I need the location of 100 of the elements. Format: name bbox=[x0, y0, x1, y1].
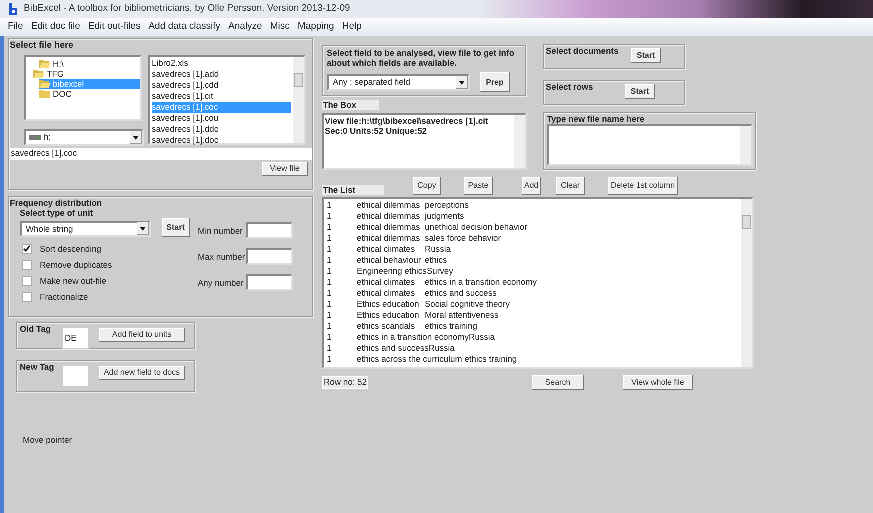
table-cell-text: ethical dilemmas bbox=[357, 222, 422, 233]
table-cell: unethical decision behavior bbox=[425, 222, 528, 233]
table-cell-text: ethical dilemmas bbox=[357, 233, 422, 244]
filename-entry[interactable]: savedrecs [1].ddc bbox=[152, 124, 291, 135]
group-label: Select rows bbox=[545, 82, 594, 94]
scrollbar[interactable] bbox=[293, 56, 304, 143]
list-button[interactable]: Add bbox=[522, 177, 541, 195]
checkbox-label: Sort descending bbox=[40, 244, 102, 254]
field-dropdown[interactable]: Any ; separated field bbox=[327, 74, 470, 91]
tag-label: Old Tag bbox=[19, 324, 52, 336]
table-cell-text: 1 bbox=[327, 277, 333, 288]
list-button[interactable]: Clear bbox=[556, 177, 585, 195]
filename-entry[interactable]: savedrecs [1].doc bbox=[152, 134, 291, 146]
table-cell-text: 1 bbox=[327, 233, 333, 244]
table-cell: judgments bbox=[425, 211, 464, 222]
table-cell-text: 1 bbox=[327, 255, 333, 266]
unit-dropdown[interactable]: Whole string bbox=[20, 220, 151, 237]
folder-item[interactable]: H:\ bbox=[39, 58, 140, 69]
row-count: Row no: 52 bbox=[322, 376, 368, 389]
new-tag-field[interactable] bbox=[62, 365, 89, 387]
table-cell-text: 1 bbox=[327, 200, 333, 211]
folder-item[interactable]: TFG bbox=[33, 68, 140, 80]
list-button[interactable]: Copy bbox=[413, 177, 441, 195]
app-logo-icon bbox=[8, 3, 20, 15]
table-cell: ethics and success bbox=[357, 343, 429, 354]
view-whole-file-button[interactable]: View whole file bbox=[623, 375, 693, 390]
file-name-field[interactable] bbox=[547, 124, 753, 166]
filename-entry[interactable]: savedrecs [1].add bbox=[152, 68, 291, 80]
field-select-heading: Select field to be analysed, view file to get info about which fields are available. bbox=[327, 48, 516, 68]
checkbox-label: Fractionalize bbox=[40, 292, 88, 302]
table-cell: Moral attentiveness bbox=[425, 310, 499, 321]
checkbox[interactable] bbox=[22, 244, 32, 254]
table-cell-text: 1 bbox=[327, 299, 333, 310]
table-cell-text: Ethics education bbox=[357, 299, 420, 310]
checkbox[interactable] bbox=[22, 260, 32, 270]
scrollbar[interactable] bbox=[741, 199, 752, 367]
dropdown-arrow-icon[interactable] bbox=[136, 222, 149, 236]
table-cell-text: 1 bbox=[327, 332, 333, 343]
table-cell: ethics training bbox=[464, 354, 518, 365]
menu-item[interactable]: Edit out-files bbox=[84, 21, 145, 33]
window-title: BibExcel - A toolbox for bibliometricians, by Olle Persson. Version 2013-12-09 bbox=[24, 3, 350, 15]
prep-button[interactable]: Prep bbox=[480, 72, 510, 92]
table-cell-text: ethics scandals bbox=[357, 321, 416, 332]
checkbox[interactable] bbox=[22, 276, 32, 286]
menu-item[interactable]: Misc bbox=[266, 21, 294, 33]
list-button[interactable]: Delete 1st column bbox=[608, 177, 678, 195]
menu-item[interactable]: File bbox=[4, 21, 28, 33]
number-field[interactable] bbox=[246, 222, 293, 240]
list-label: The List bbox=[322, 184, 384, 195]
start-button[interactable]: Start bbox=[631, 48, 661, 63]
menu-item[interactable]: Help bbox=[338, 21, 366, 33]
field-label: Max number bbox=[198, 252, 246, 262]
scrollbar bbox=[514, 115, 525, 168]
add-field-button[interactable]: Add new field to docs bbox=[99, 366, 185, 380]
folder-item[interactable]: DOC bbox=[39, 89, 140, 100]
search-button[interactable]: Search bbox=[532, 375, 584, 390]
dropdown-arrow-icon[interactable] bbox=[130, 130, 142, 144]
table-cell-text: 1 bbox=[327, 211, 333, 222]
number-field[interactable] bbox=[246, 248, 293, 266]
table-cell-text: ethical dilemmas bbox=[357, 211, 422, 222]
checkbox-label: Remove duplicates bbox=[40, 260, 112, 270]
start-button[interactable]: Start bbox=[625, 84, 655, 99]
table-cell-text: 1 bbox=[327, 310, 333, 321]
checkbox[interactable] bbox=[22, 292, 32, 302]
add-field-button[interactable]: Add field to units bbox=[99, 328, 185, 342]
table-cell-text: 1 bbox=[327, 244, 333, 255]
open-folder-icon bbox=[39, 58, 51, 69]
view-file-button[interactable]: View file bbox=[262, 162, 308, 176]
filename-entry[interactable]: savedrecs [1].cdd bbox=[152, 80, 291, 91]
filename-entry[interactable]: savedrecs [1].cou bbox=[152, 112, 291, 124]
table-cell-text: 1 bbox=[327, 288, 333, 299]
menu-item[interactable]: Add data classify bbox=[144, 21, 225, 33]
old-tag-field[interactable]: DE bbox=[62, 327, 89, 349]
group-label: Select documents bbox=[545, 46, 620, 58]
filename-entry[interactable]: savedrecs [1].cit bbox=[152, 90, 291, 102]
menu-item[interactable]: Edit doc file bbox=[27, 21, 84, 33]
table-cell-text: ethical dilemmas bbox=[357, 200, 422, 211]
table-cell-text: ethics across the curriculum bbox=[357, 354, 464, 365]
open-folder-icon bbox=[33, 69, 45, 80]
table-cell: Social cognitive theory bbox=[425, 299, 510, 310]
table-cell: Engineering ethics bbox=[357, 266, 427, 277]
start-button[interactable]: Start bbox=[162, 218, 190, 238]
box-text: View file:h:\tfg\bibexcel\savedrecs [1].cit Sec:0 Units:52 Unique:52 bbox=[324, 115, 490, 138]
table-cell: perceptions bbox=[425, 200, 469, 211]
list-button[interactable]: Paste bbox=[464, 177, 493, 195]
table-cell: ethics training bbox=[425, 321, 478, 332]
number-field[interactable] bbox=[246, 274, 293, 292]
drive-icon bbox=[29, 134, 41, 141]
menu-item[interactable]: Mapping bbox=[294, 21, 338, 33]
filename-entry[interactable]: Libro2.xls bbox=[152, 58, 291, 69]
table-cell-text: ethical behaviour bbox=[357, 255, 422, 266]
drive-dropdown[interactable]: h: bbox=[24, 128, 144, 146]
field-label: Min number bbox=[198, 226, 244, 236]
table-cell: sales force behavior bbox=[425, 233, 502, 244]
path-field[interactable]: savedrecs [1].coc bbox=[10, 148, 312, 160]
menu-item[interactable]: Analyze bbox=[224, 21, 266, 33]
section-heading: Select file here bbox=[10, 40, 75, 51]
open-folder-icon bbox=[39, 79, 51, 90]
dropdown-arrow-icon[interactable] bbox=[456, 76, 468, 89]
table-cell-text: 1 bbox=[327, 266, 333, 277]
